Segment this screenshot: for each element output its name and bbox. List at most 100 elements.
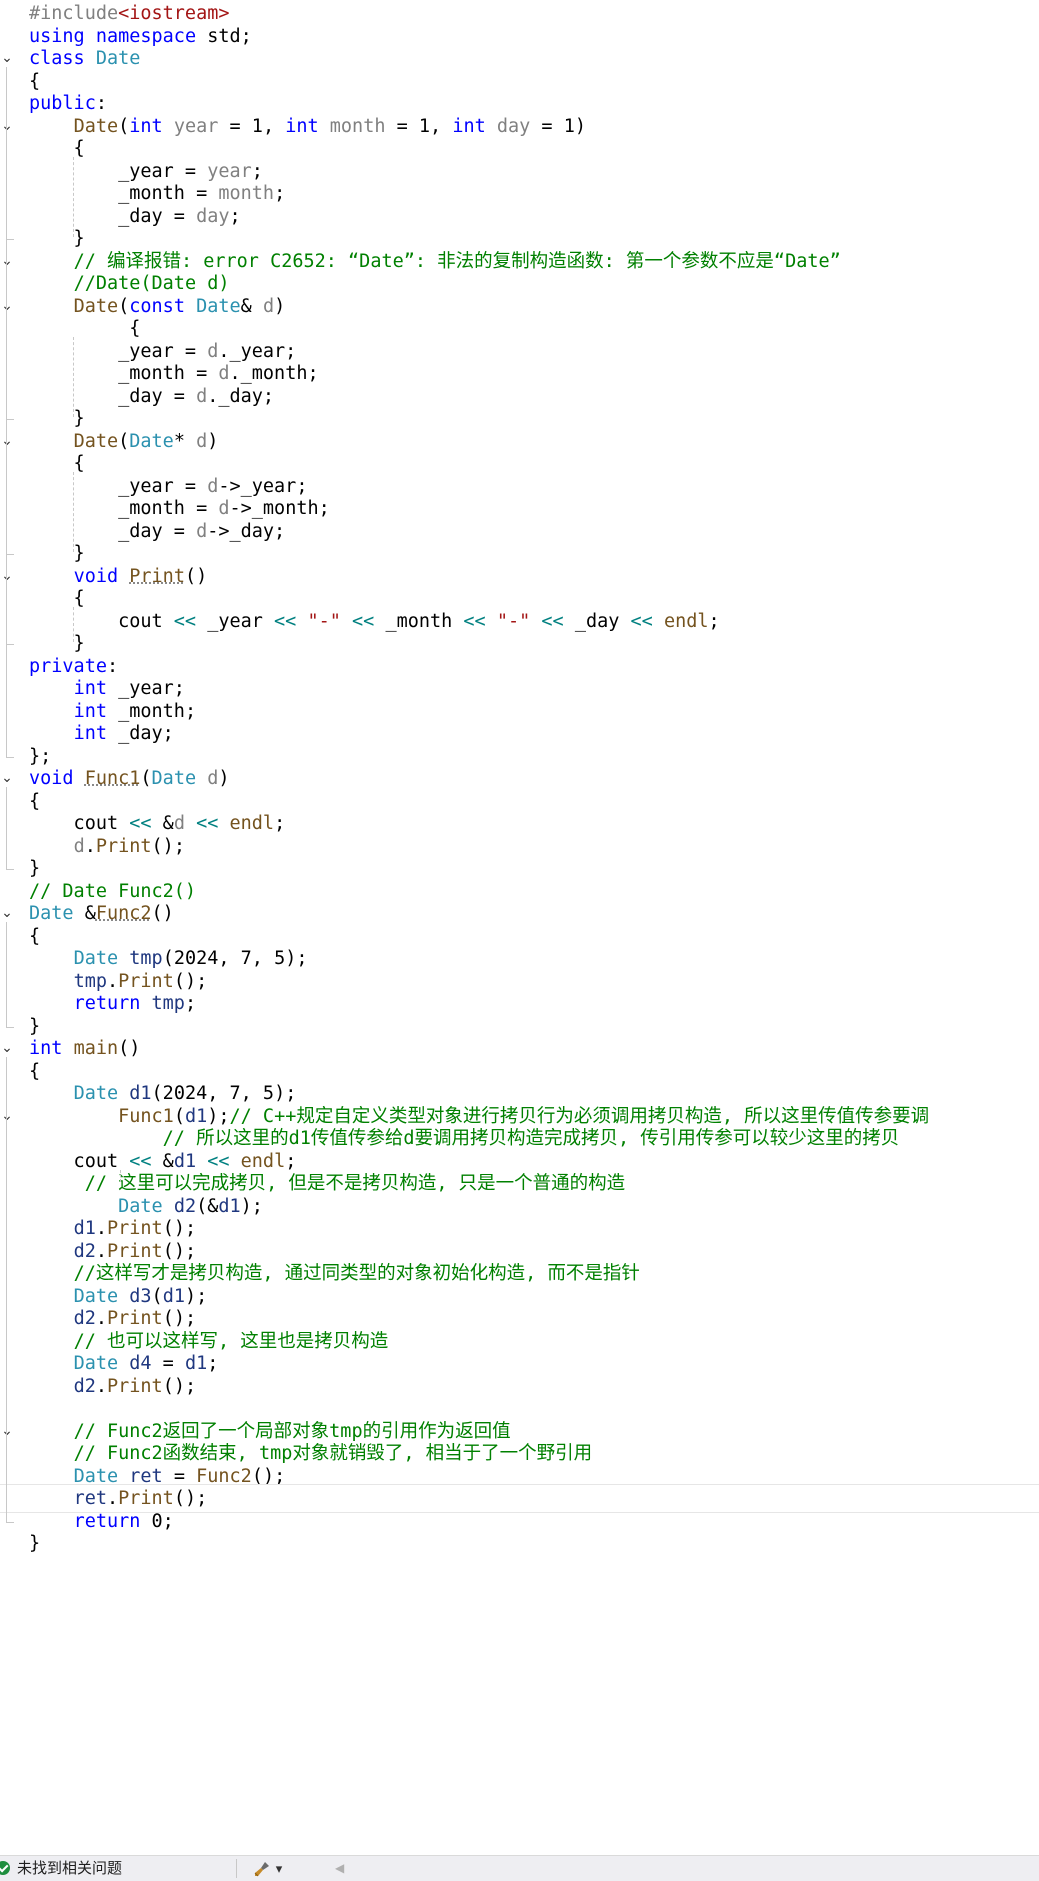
code-cleanup-button[interactable]: ▾ <box>253 1857 282 1879</box>
code-token: ret <box>73 1488 107 1509</box>
code-token: . <box>95 1218 107 1239</box>
code-token: ->_day; <box>207 520 286 542</box>
fold-region-end <box>6 419 14 420</box>
code-token: _day <box>563 610 631 632</box>
code-token: (); <box>162 1218 197 1239</box>
code-token: std; <box>196 25 252 47</box>
code-token: & <box>151 813 174 834</box>
code-token: ->_year; <box>218 475 308 497</box>
indent-guide <box>73 337 74 417</box>
code-token: _day = <box>29 385 197 407</box>
code-token: d <box>218 363 230 384</box>
code-token: d1 <box>173 1150 197 1172</box>
code-token: Date <box>73 1465 119 1487</box>
issues-status[interactable]: 未找到相关问题 <box>17 1858 122 1878</box>
code-token: day <box>496 115 531 137</box>
code-token: d4 <box>129 1353 152 1374</box>
code-token: = 1, <box>218 115 286 137</box>
code-token: << <box>129 813 152 834</box>
code-token: { <box>29 925 41 947</box>
code-token: // Date Func2() <box>29 880 197 902</box>
code-token: main <box>73 1038 119 1059</box>
code-token: Date <box>73 430 119 452</box>
code-token: : <box>106 655 119 677</box>
code-token: () <box>151 903 174 924</box>
code-token: = <box>151 1353 185 1374</box>
code-token: ._year; <box>218 340 297 362</box>
indent-guide <box>73 157 74 237</box>
code-token: } <box>29 858 41 879</box>
fold-region-end <box>6 644 14 645</box>
code-token: (& <box>196 1195 219 1217</box>
code-token: Date <box>196 295 241 317</box>
code-token: . <box>95 1240 107 1262</box>
code-token: { <box>29 790 41 812</box>
code-token: d3 <box>129 1285 152 1307</box>
code-token: d <box>196 520 208 542</box>
code-token: d <box>196 385 208 407</box>
code-token: namespace <box>95 25 197 47</box>
code-token: (); <box>173 970 208 992</box>
code-token: _year <box>196 610 275 632</box>
code-token: ; <box>251 160 263 182</box>
code-token: d1 <box>218 1195 241 1217</box>
code-token: tmp <box>129 948 163 969</box>
code-token: Print <box>106 1240 163 1262</box>
code-token: d <box>207 768 219 789</box>
nav-left-icon[interactable]: ◀ <box>335 1859 344 1878</box>
code-token: day <box>196 205 230 227</box>
code-token: d <box>73 835 85 857</box>
code-token: // C++规定自定义类型对象进行拷贝行为必须调用拷贝构造, 所以这里传值传参要… <box>229 1105 930 1127</box>
code-token: _day = <box>29 520 197 542</box>
code-token: cout <box>29 610 174 632</box>
code-token: { <box>29 453 85 474</box>
code-token: = <box>162 1465 197 1487</box>
code-editor[interactable]: #include<iostream> using namespace std; ⌄ c… <box>0 0 1039 1855</box>
code-token: ; <box>274 183 286 204</box>
code-token: // Func2函数结束, tmp对象就销毁了, 相当于了一个野引用 <box>73 1443 593 1464</box>
code-token: Date <box>29 903 74 924</box>
code-line[interactable]: } <box>0 1530 1039 1557</box>
code-token: year <box>207 160 252 182</box>
code-token: _day = <box>29 205 197 227</box>
code-token: } <box>29 1015 41 1037</box>
code-token: using <box>29 25 85 47</box>
code-token: Date <box>73 1285 119 1307</box>
code-text: } <box>29 1530 40 1557</box>
code-token: "-" <box>496 610 531 632</box>
code-token: d1 <box>184 1105 208 1127</box>
code-token: Date <box>129 430 174 452</box>
code-token: Print <box>118 970 174 992</box>
code-token: endl <box>229 813 275 834</box>
code-token: // 所以这里的d1传值传参给d要调用拷贝构造完成拷贝, 传引用传参可以较少这里… <box>162 1128 900 1149</box>
code-token: Date <box>95 48 141 69</box>
code-token: d2 <box>73 1240 96 1262</box>
code-token: // 编译报错: error C2652: “Date”: 非法的复制构造函数:… <box>73 250 841 272</box>
code-token: //这样写才是拷贝构造, 通过同类型的对象初始化构造, 而不是指针 <box>73 1263 640 1284</box>
code-token: << <box>630 610 653 632</box>
fold-region-end <box>6 756 14 758</box>
fold-region-guide <box>6 134 7 239</box>
code-token: ); <box>240 1195 263 1217</box>
code-token: tmp <box>73 970 107 992</box>
code-token: ->_month; <box>229 498 330 519</box>
code-token: return <box>73 993 141 1014</box>
